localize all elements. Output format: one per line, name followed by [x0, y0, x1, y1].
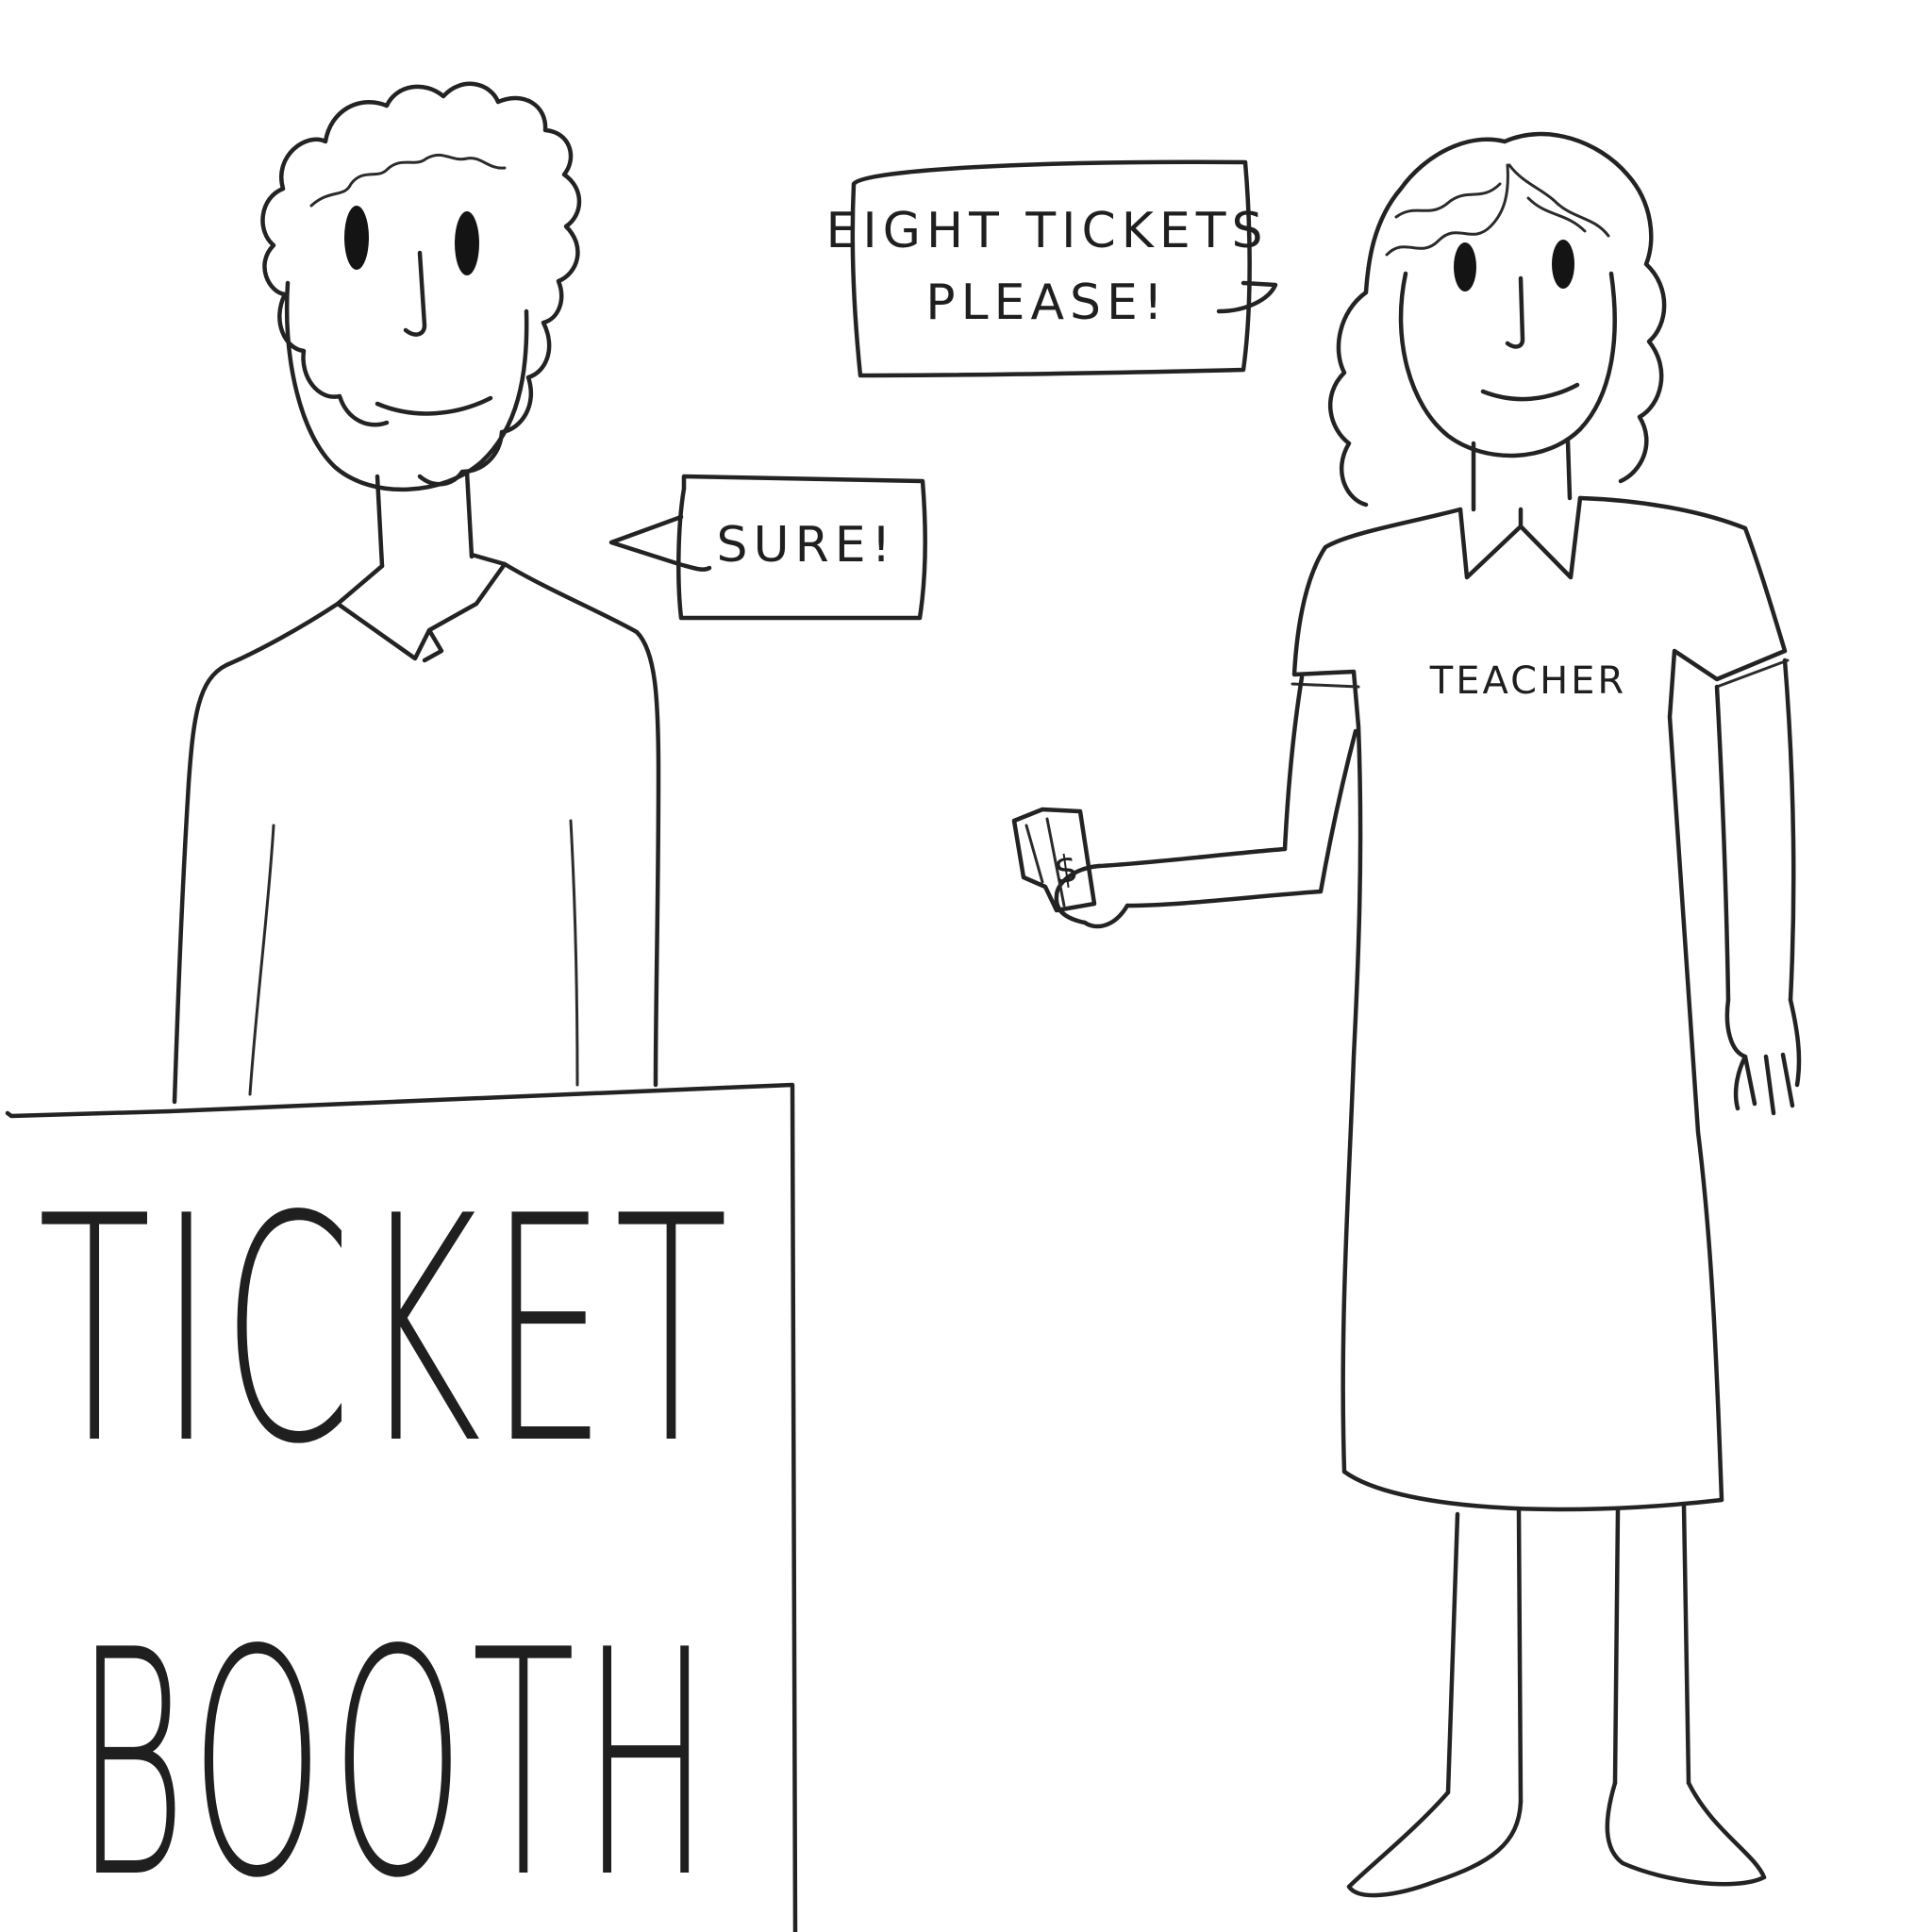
ticket-booth: TICKET BOOTH — [5, 1082, 798, 1932]
seller-arm-lines — [248, 819, 579, 1096]
seller-right-eye — [455, 211, 479, 275]
teacher: TEACHER $ — [1011, 131, 1802, 1898]
ticket-seller — [172, 81, 661, 1105]
teacher-left-eye — [1454, 242, 1476, 291]
teacher-right-shoe — [1605, 1780, 1767, 1887]
seller-collar — [335, 552, 508, 663]
seller-torso-right — [502, 561, 661, 1088]
seller-speech-text: SURE! — [717, 517, 897, 574]
seller-hair-left — [260, 186, 390, 427]
teacher-hair-waves — [1385, 163, 1610, 257]
teacher-nose — [1505, 275, 1525, 349]
teacher-legs — [1445, 1502, 1691, 1805]
booth-sign-line2: BOOTH — [75, 1584, 717, 1932]
teacher-bubble-outline — [850, 159, 1252, 378]
teacher-speech-line2: PLEASE! — [925, 275, 1168, 331]
seller-mouth — [375, 395, 493, 416]
comic-scene: SURE! TICKET BOOTH TEACHER $ EIGHT TICKE… — [5, 81, 1802, 1932]
teacher-dress — [1291, 495, 1788, 1512]
teacher-face — [1398, 271, 1617, 458]
teacher-right-hand — [1724, 997, 1802, 1116]
booth-sign-line1: TICKET — [38, 1150, 736, 1512]
seller-left-eye — [344, 206, 369, 270]
teacher-right-arm — [1714, 658, 1796, 1003]
seller-speech-bubble: SURE! — [608, 474, 927, 621]
teacher-left-shoe — [1346, 1790, 1524, 1898]
seller-hair — [279, 81, 582, 487]
money-symbol: $ — [1051, 847, 1081, 893]
teacher-left-arm — [1096, 675, 1358, 908]
teacher-speech-line1: EIGHT TICKETS — [825, 203, 1268, 259]
teacher-right-eye — [1552, 240, 1574, 289]
teacher-shirt-label: TEACHER — [1429, 659, 1626, 703]
teacher-collar — [1457, 495, 1583, 580]
seller-hair-fringe — [309, 153, 507, 208]
teacher-speech-bubble: EIGHT TICKETS PLEASE! — [825, 159, 1278, 378]
money-bills: $ — [1011, 807, 1097, 913]
teacher-mouth — [1480, 382, 1580, 402]
seller-bubble-tail — [608, 514, 712, 572]
seller-nose — [403, 250, 427, 337]
teacher-hair-right — [1502, 131, 1667, 484]
